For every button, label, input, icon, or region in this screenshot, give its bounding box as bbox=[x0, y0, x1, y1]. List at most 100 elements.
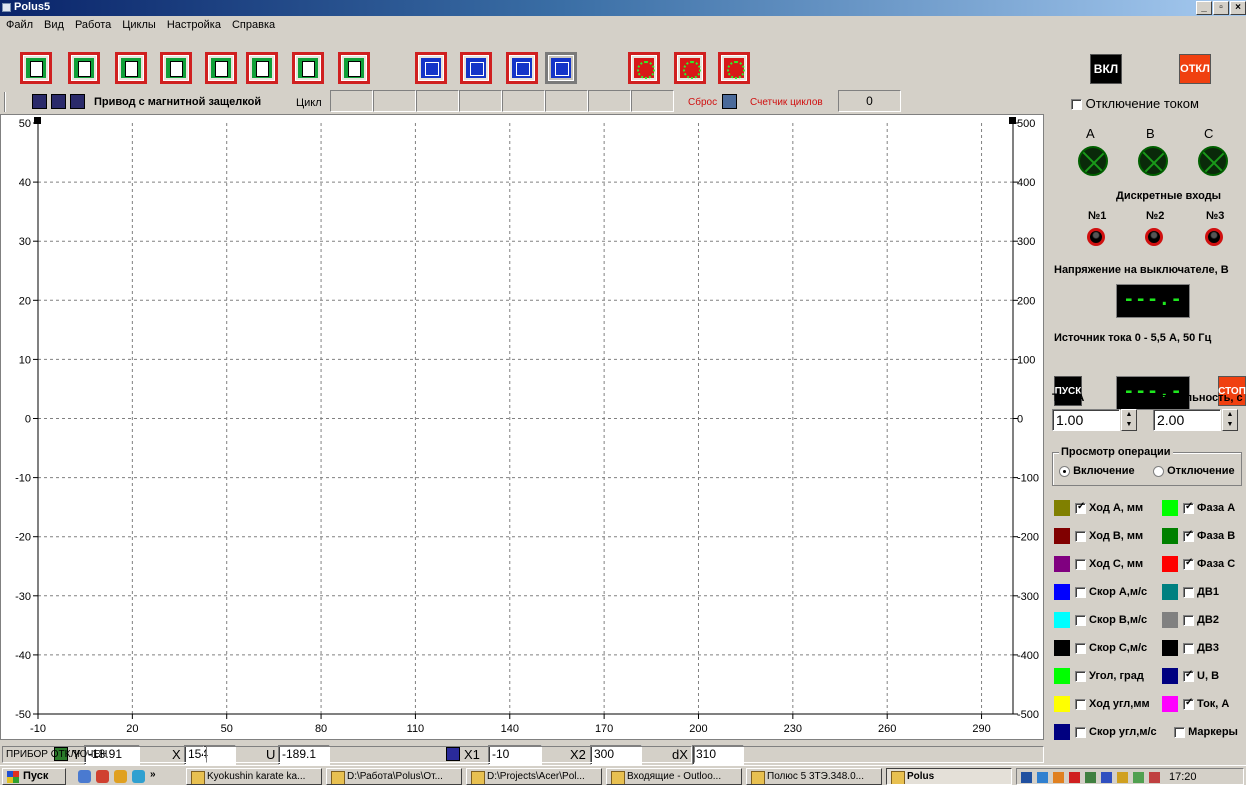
tray-app-icon[interactable] bbox=[1085, 772, 1096, 783]
legend-checkbox[interactable] bbox=[1075, 501, 1086, 514]
quicklaunch-opera-icon[interactable] bbox=[96, 770, 109, 783]
task-item-active[interactable]: Polus bbox=[886, 768, 1012, 785]
legend-checkbox[interactable] bbox=[1183, 586, 1194, 598]
legend-item[interactable]: Ход В, мм bbox=[1054, 528, 1143, 544]
oscillogram-button[interactable] bbox=[545, 52, 577, 84]
current-input[interactable]: 1.00 bbox=[1052, 409, 1120, 431]
report-button[interactable] bbox=[292, 52, 324, 84]
legend-item[interactable]: Угол, град bbox=[1054, 668, 1144, 684]
legend-item[interactable]: Ход А, мм bbox=[1054, 500, 1143, 516]
markers-checkbox[interactable] bbox=[1174, 726, 1185, 738]
legend-checkbox[interactable] bbox=[1075, 698, 1086, 710]
view-off-radio[interactable] bbox=[1153, 465, 1164, 477]
duration-spinner[interactable]: ▲ ▼ bbox=[1222, 409, 1238, 431]
tray-app-icon[interactable] bbox=[1149, 772, 1160, 783]
menu-file[interactable]: Файл bbox=[0, 17, 38, 33]
minimize-button[interactable]: _ bbox=[1196, 1, 1212, 15]
antivirus-icon[interactable] bbox=[1069, 772, 1080, 783]
latch-icon[interactable] bbox=[70, 94, 85, 109]
menu-settings[interactable]: Настройка bbox=[161, 17, 226, 33]
task-item[interactable]: Полюс 5 3ТЭ.348.0... bbox=[746, 768, 882, 785]
close-button[interactable]: × bbox=[1230, 1, 1246, 15]
plot-svg[interactable]: -10 20 50 80 110 140 170 200 230 260 290 50 40 30 20 10… bbox=[1, 115, 1045, 741]
task-item[interactable]: D:\Работа\Polus\От... bbox=[326, 768, 462, 785]
legend-checkbox[interactable] bbox=[1075, 726, 1086, 738]
markers-option[interactable]: Маркеры bbox=[1174, 726, 1238, 738]
start-button-taskbar[interactable]: Пуск bbox=[2, 768, 66, 785]
cursor-marker-left[interactable] bbox=[34, 117, 41, 124]
view-off-option[interactable]: Отключение bbox=[1153, 465, 1235, 477]
menu-work[interactable]: Работа bbox=[69, 17, 116, 33]
table-button[interactable] bbox=[506, 52, 538, 84]
legend-item[interactable]: ДВ1 bbox=[1162, 584, 1219, 600]
legend-checkbox[interactable] bbox=[1075, 614, 1086, 626]
legend-checkbox[interactable] bbox=[1183, 614, 1194, 626]
phase-c-button[interactable] bbox=[718, 52, 750, 84]
phase-b-button[interactable] bbox=[674, 52, 706, 84]
legend-checkbox[interactable] bbox=[1183, 697, 1194, 710]
legend-item[interactable]: Фаза В bbox=[1162, 528, 1235, 544]
bluetooth-icon[interactable] bbox=[1101, 772, 1112, 783]
legend-checkbox[interactable] bbox=[1075, 558, 1086, 570]
legend-item[interactable]: Скор В,м/с bbox=[1054, 612, 1147, 628]
quicklaunch-ie-icon[interactable] bbox=[132, 770, 145, 783]
menu-view[interactable]: Вид bbox=[38, 17, 69, 33]
legend-item[interactable]: Ток, А bbox=[1162, 696, 1229, 712]
cursor-marker-right[interactable] bbox=[1009, 117, 1016, 124]
new-file-button[interactable] bbox=[20, 52, 52, 84]
task-item[interactable]: D:\Projects\Acer\Pol... bbox=[466, 768, 602, 785]
language-icon[interactable] bbox=[1021, 772, 1032, 783]
legend-item[interactable]: Ход С, мм bbox=[1054, 556, 1143, 572]
tray-app-icon[interactable] bbox=[1053, 772, 1064, 783]
menu-cycles[interactable]: Циклы bbox=[116, 17, 161, 33]
current-off-checkbox[interactable] bbox=[1071, 99, 1082, 111]
legend-item[interactable]: Скор С,м/с bbox=[1054, 640, 1147, 656]
legend-item[interactable]: ДВ3 bbox=[1162, 640, 1219, 656]
duration-input[interactable]: 2.00 bbox=[1153, 409, 1221, 431]
menu-help[interactable]: Справка bbox=[226, 17, 280, 33]
view-on-option[interactable]: Включение bbox=[1059, 465, 1135, 477]
legend-checkbox[interactable] bbox=[1183, 501, 1194, 514]
legend-item[interactable]: Фаза А bbox=[1162, 500, 1235, 516]
quicklaunch-more-icon[interactable]: » bbox=[150, 769, 156, 780]
open-file-button[interactable] bbox=[68, 52, 100, 84]
power-off-button[interactable]: ОТКЛ bbox=[1179, 54, 1211, 84]
quicklaunch-chrome-icon[interactable] bbox=[114, 770, 127, 783]
legend-checkbox[interactable] bbox=[1075, 642, 1086, 654]
power-on-button[interactable]: ВКЛ bbox=[1090, 54, 1122, 84]
legend-item[interactable]: Скор А,м/с bbox=[1054, 584, 1147, 600]
legend-checkbox[interactable] bbox=[1075, 586, 1086, 598]
view-on-radio[interactable] bbox=[1059, 465, 1070, 477]
legend-item[interactable]: U, В bbox=[1162, 668, 1219, 684]
oscillogram-plot[interactable]: -10 20 50 80 110 140 170 200 230 260 290 50 40 30 20 10… bbox=[0, 114, 1044, 740]
maximize-button[interactable]: ▫ bbox=[1213, 1, 1229, 15]
legend-item[interactable]: Ход угл,мм bbox=[1054, 696, 1150, 712]
legend-checkbox[interactable] bbox=[1183, 642, 1194, 654]
legend-checkbox[interactable] bbox=[1075, 670, 1086, 682]
legend-item[interactable]: Фаза С bbox=[1162, 556, 1235, 572]
quicklaunch-desktop-icon[interactable] bbox=[78, 770, 91, 783]
motor-icon[interactable] bbox=[51, 94, 66, 109]
search-button[interactable] bbox=[115, 52, 147, 84]
chart-wave-button[interactable] bbox=[246, 52, 278, 84]
hammer-button[interactable] bbox=[415, 52, 447, 84]
current-spinner[interactable]: ▲ ▼ bbox=[1121, 409, 1137, 431]
tray-app-icon[interactable] bbox=[1133, 772, 1144, 783]
reset-button[interactable] bbox=[722, 94, 737, 109]
network-icon[interactable] bbox=[1037, 772, 1048, 783]
drive-icon[interactable] bbox=[32, 94, 47, 109]
current-off-option[interactable]: Отключение током bbox=[1071, 96, 1199, 111]
legend-item[interactable]: ДВ2 bbox=[1162, 612, 1219, 628]
legend-checkbox[interactable] bbox=[1183, 669, 1194, 682]
chart-bars-button[interactable] bbox=[205, 52, 237, 84]
task-item[interactable]: Kyokushin karate ka... bbox=[186, 768, 322, 785]
legend-item[interactable]: Скор угл,м/с bbox=[1054, 724, 1157, 740]
volume-icon[interactable] bbox=[1117, 772, 1128, 783]
legend-checkbox[interactable] bbox=[1183, 557, 1194, 570]
legend-checkbox[interactable] bbox=[1075, 530, 1086, 542]
task-item[interactable]: Входящие - Outloo... bbox=[606, 768, 742, 785]
horizontal-scale-button[interactable] bbox=[460, 52, 492, 84]
phase-a-button[interactable] bbox=[628, 52, 660, 84]
document-button[interactable] bbox=[160, 52, 192, 84]
print-button[interactable] bbox=[338, 52, 370, 84]
